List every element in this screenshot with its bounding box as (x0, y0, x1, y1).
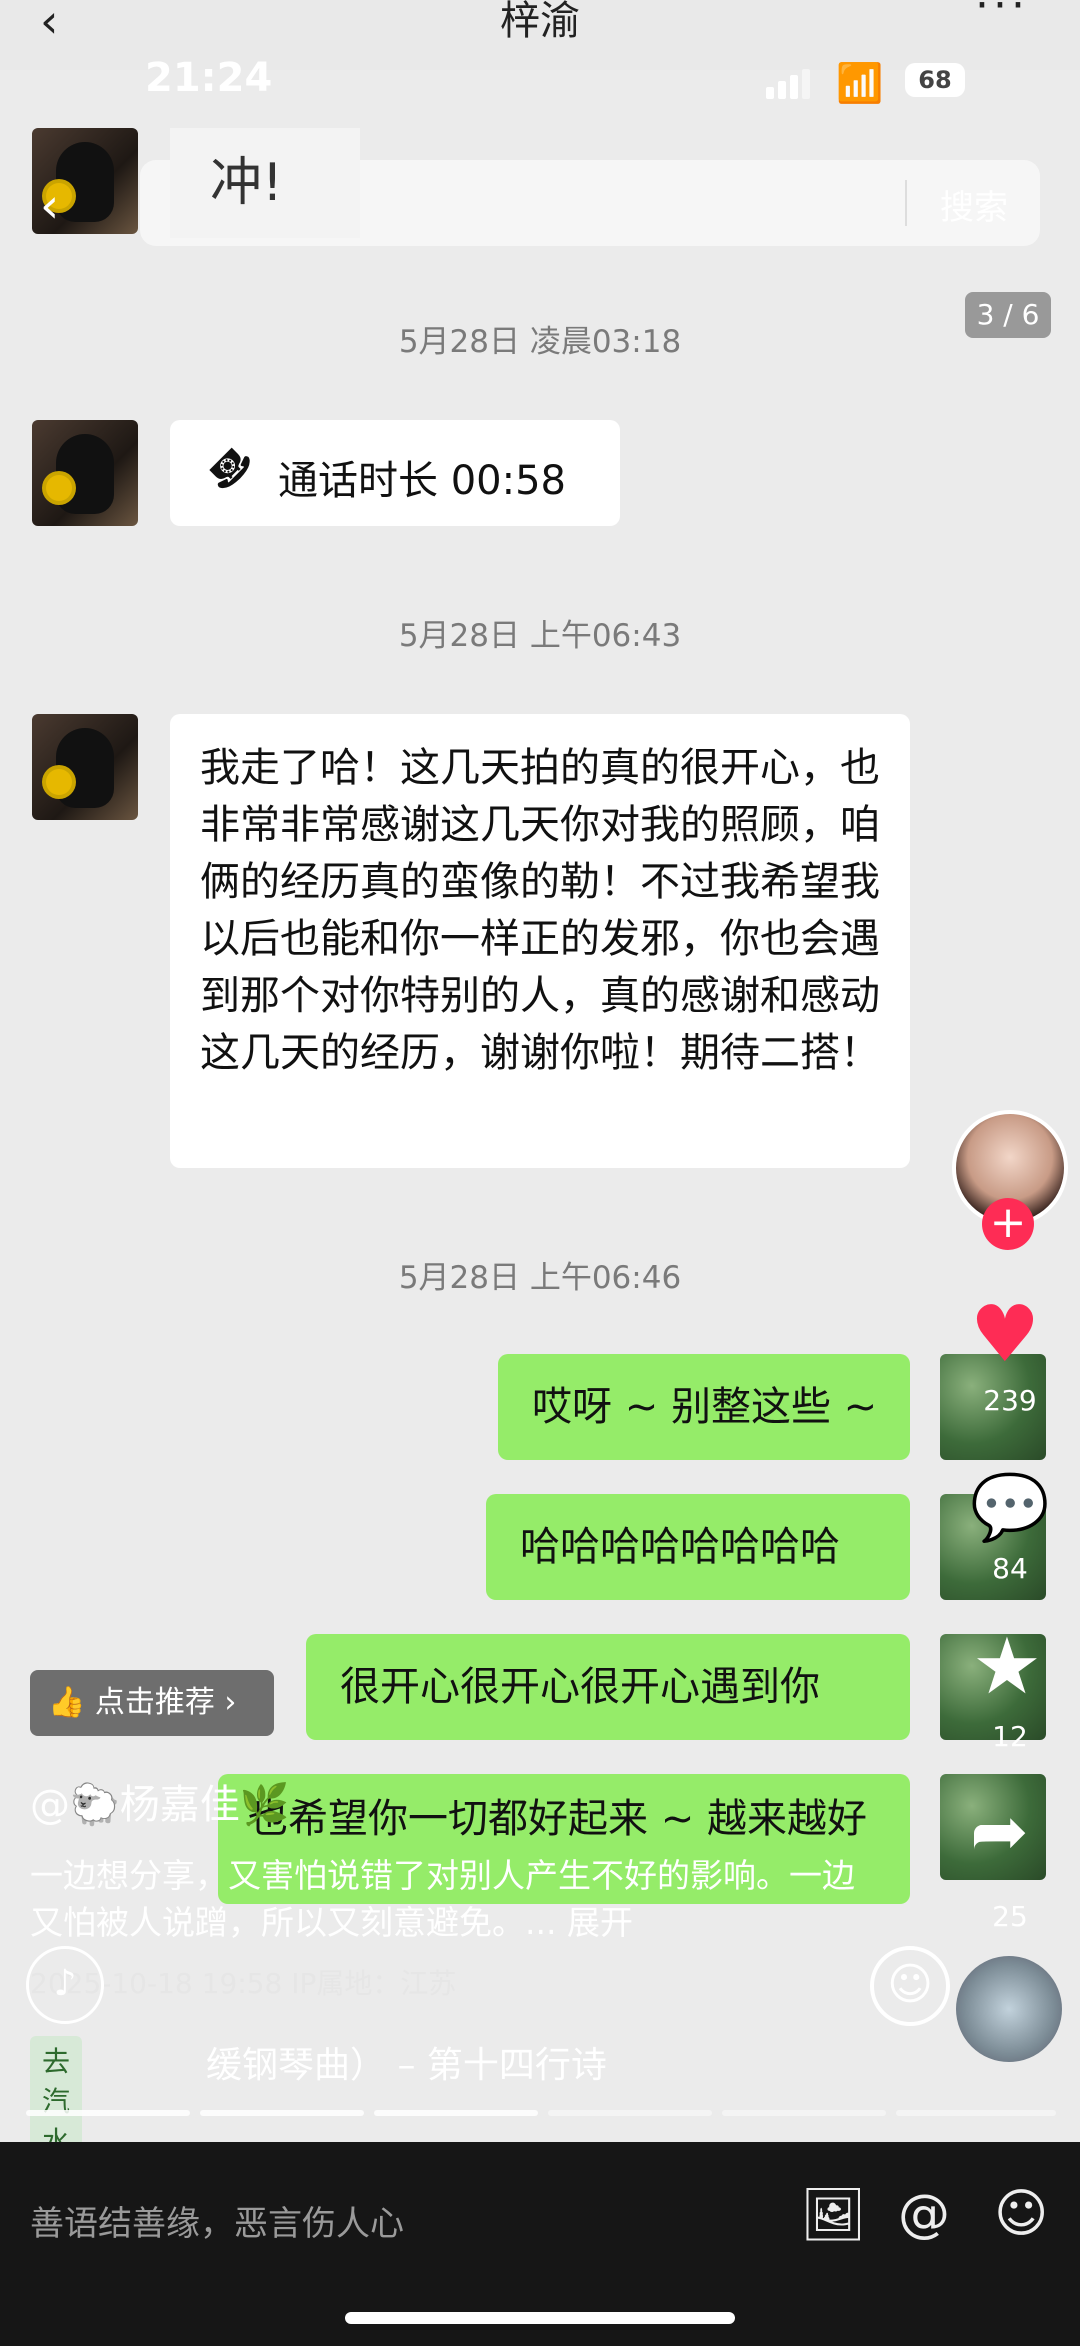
share-count: 25 (992, 1900, 1028, 1933)
sound-icon[interactable]: ♪ (26, 1946, 104, 2024)
battery-icon: 68 (905, 63, 965, 97)
search-input[interactable]: 冲! (170, 128, 360, 238)
call-bubble[interactable]: ☎ 通话时长 00:58 (170, 420, 620, 526)
mention-icon[interactable]: @ (898, 2184, 950, 2244)
comment-input[interactable]: 善语结善缘，恶言伤人心 (30, 2196, 404, 2245)
emoji-icon[interactable]: ☺ (870, 1946, 950, 2026)
comment-icon[interactable]: 💬 (970, 1470, 1050, 1545)
contact-avatar[interactable] (32, 714, 138, 820)
favorite-count: 12 (992, 1720, 1028, 1753)
timestamp: 5月28日 上午06:43 (398, 618, 682, 654)
like-icon[interactable]: ♥ (970, 1290, 1040, 1380)
author-name[interactable]: @🐑杨嘉佳🌿 (30, 1772, 290, 1830)
message-bubble[interactable]: 我走了哈！这几天拍的真的很开心，也非常非常感谢这几天你对我的照顾，咱俩的经历真的… (170, 714, 910, 1168)
comment-count: 84 (992, 1552, 1028, 1585)
timestamp: 5月28日 上午06:46 (398, 1260, 682, 1296)
image-icon[interactable]: 🖼 (800, 2184, 866, 2245)
expand-link[interactable]: 展开 (567, 1903, 633, 1942)
contact-avatar[interactable] (32, 420, 138, 526)
search-button[interactable]: 搜索 (940, 180, 1008, 229)
music-disc-icon[interactable] (956, 1956, 1062, 2062)
post-description: 一边想分享，又害怕说错了对别人产生不好的影响。一边又怕被人说蹭，所以又刻意避免。… (30, 1852, 870, 1946)
sent-message[interactable]: 很开心很开心很开心遇到你 (306, 1634, 910, 1740)
wifi-icon: 📶 (836, 61, 884, 105)
divider (905, 180, 907, 226)
share-icon[interactable]: ➦ (970, 1790, 1029, 1872)
home-indicator (345, 2312, 735, 2324)
description-text: 一边想分享，又害怕说错了对别人产生不好的影响。一边又怕被人说蹭，所以又刻意避免。… (30, 1856, 855, 1942)
more-icon[interactable]: ··· (975, 0, 1029, 31)
call-duration: 通话时长 00:58 (278, 458, 566, 504)
timestamp: 5月28日 凌晨03:18 (398, 324, 682, 360)
status-bar: 21:24 📶 68 (0, 55, 1080, 105)
follow-plus-icon[interactable]: + (982, 1198, 1034, 1250)
image-progress (26, 2110, 1056, 2116)
phone-icon: ☎ (197, 435, 262, 501)
sent-message[interactable]: 哎呀 ~ 别整这些 ~ (498, 1354, 910, 1460)
like-count: 239 (983, 1384, 1037, 1417)
recommend-button[interactable]: 👍 点击推荐 › (30, 1670, 274, 1736)
signal-icon (766, 67, 814, 99)
emoji-picker-icon[interactable]: ☺ (994, 2184, 1048, 2244)
page-title: 梓渝 (500, 0, 580, 44)
search-bar[interactable]: 冲! 搜索 (140, 128, 1040, 246)
song-title[interactable]: 缓钢琴曲） – 第十四行诗 (206, 2036, 607, 2088)
favorite-icon[interactable]: ★ (972, 1622, 1042, 1712)
search-back-icon[interactable]: ‹ (40, 178, 59, 234)
clock: 21:24 (145, 55, 273, 101)
sent-message[interactable]: 哈哈哈哈哈哈哈哈 (486, 1494, 910, 1600)
